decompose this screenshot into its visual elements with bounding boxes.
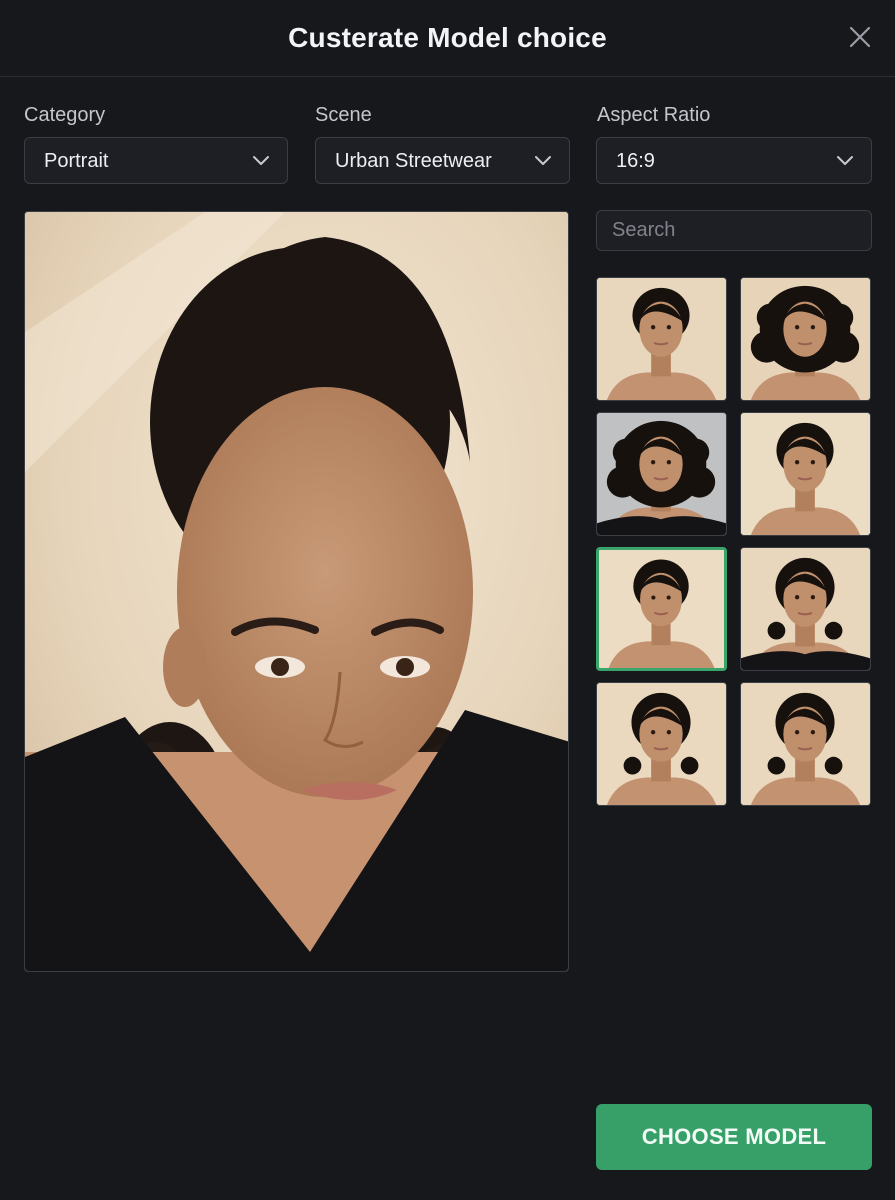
aspect-ratio-select[interactable]: 16:9 bbox=[596, 137, 872, 184]
model-portrait-image bbox=[597, 683, 726, 805]
close-button[interactable] bbox=[849, 26, 871, 48]
model-portrait-image bbox=[741, 278, 870, 400]
model-thumbnail[interactable] bbox=[596, 277, 727, 401]
dialog-title: Custerate Model choice bbox=[288, 22, 607, 53]
scene-value: Urban Streetwear bbox=[335, 150, 492, 172]
model-preview-image bbox=[24, 211, 569, 972]
aspect-ratio-value: 16:9 bbox=[616, 150, 655, 172]
dialog-header: Custerate Model choice bbox=[0, 0, 895, 77]
chevron-down-icon bbox=[535, 156, 551, 165]
model-thumbnail[interactable] bbox=[596, 682, 727, 806]
model-portrait-image bbox=[599, 550, 724, 668]
category-select[interactable]: Portrait bbox=[24, 137, 288, 184]
aspect-ratio-label: Aspect Ratio bbox=[597, 104, 711, 126]
choose-model-button[interactable]: CHOOSE MODEL bbox=[596, 1104, 872, 1170]
model-portrait-image bbox=[741, 413, 870, 535]
model-thumbnail[interactable] bbox=[740, 547, 871, 671]
close-icon bbox=[849, 26, 871, 48]
model-thumbnail[interactable] bbox=[596, 547, 727, 671]
search-input[interactable] bbox=[596, 210, 872, 251]
scene-select[interactable]: Urban Streetwear bbox=[315, 137, 570, 184]
model-portrait-image bbox=[597, 413, 726, 535]
category-value: Portrait bbox=[44, 150, 109, 172]
model-thumbnail[interactable] bbox=[596, 412, 727, 536]
model-portrait-image bbox=[741, 683, 870, 805]
model-portrait-image bbox=[597, 278, 726, 400]
model-thumbnail[interactable] bbox=[740, 277, 871, 401]
model-thumbnail[interactable] bbox=[740, 682, 871, 806]
chevron-down-icon bbox=[253, 156, 269, 165]
model-thumbnail[interactable] bbox=[740, 412, 871, 536]
chevron-down-icon bbox=[837, 156, 853, 165]
scene-label: Scene bbox=[315, 104, 372, 126]
category-label: Category bbox=[24, 104, 106, 126]
model-portrait-image bbox=[741, 548, 870, 670]
